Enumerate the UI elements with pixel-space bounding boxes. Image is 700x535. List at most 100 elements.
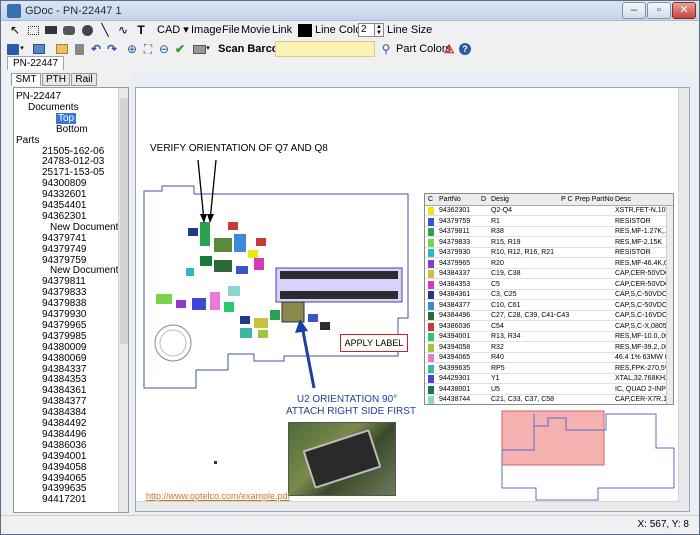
approve-check-icon[interactable]: ✔ bbox=[172, 41, 188, 57]
parts-table-row[interactable]: 94394001R13, R34RES,MF-10.0,.063W, bbox=[425, 332, 673, 342]
parts-table-row[interactable]: 94379833 R15, R19 RES,MF-2.15K bbox=[425, 238, 673, 248]
tree-node-top[interactable]: Top bbox=[56, 112, 77, 124]
warning-icon[interactable]: ⚠ bbox=[441, 41, 457, 57]
tree-item[interactable]: 94379838 bbox=[42, 298, 87, 309]
tree-item[interactable]: 94417201 bbox=[42, 494, 87, 505]
col-pc-header[interactable]: P C bbox=[561, 194, 573, 205]
tree-item[interactable]: 94380009 bbox=[42, 342, 87, 353]
parts-table-row[interactable]: 94386036C54CAP,S,C-X,0805,16V, bbox=[425, 322, 673, 332]
col-desc-header[interactable]: Desc bbox=[615, 194, 631, 205]
undo-icon[interactable]: ↶ bbox=[88, 41, 104, 57]
col-desig-header[interactable]: Desig bbox=[491, 194, 509, 205]
tree-item[interactable]: 21505-162-06 bbox=[42, 146, 104, 157]
canvas-vscroll[interactable] bbox=[678, 88, 689, 511]
tree-scroll-thumb[interactable] bbox=[120, 98, 128, 344]
tab-pn-22447[interactable]: PN-22447 bbox=[7, 56, 65, 70]
link-button[interactable]: Link bbox=[272, 23, 292, 38]
movie-button[interactable]: Movie bbox=[241, 23, 270, 38]
tree-item[interactable]: 94384361 bbox=[42, 385, 87, 396]
tree-item[interactable]: 94384353 bbox=[42, 374, 87, 385]
tree-node-documents[interactable]: Documents bbox=[28, 102, 79, 113]
print-dropdown-icon[interactable]: ▾ bbox=[204, 41, 212, 57]
parts-table-row[interactable]: 94362301Q2-Q4XSTR,FET-N,100V, 2/ bbox=[425, 206, 673, 216]
tree-item[interactable]: 94379930 bbox=[42, 309, 87, 320]
tree-item[interactable]: 94384496 bbox=[42, 429, 87, 440]
select-rect-icon[interactable] bbox=[25, 22, 41, 38]
fit-page-icon[interactable]: ⛶ bbox=[140, 41, 156, 57]
tree-item[interactable]: 94379985 bbox=[42, 331, 87, 342]
parts-table-row[interactable]: 94384496 C27, C28, C39, C41-C43 CAP,S,C-16… bbox=[425, 311, 673, 321]
parts-table[interactable]: C PartNo D Desig P C Prep PartNo Desc 94… bbox=[424, 193, 674, 405]
col-partno-header[interactable]: PartNo bbox=[439, 194, 461, 205]
tree-scrollbar[interactable] bbox=[118, 88, 128, 512]
canvas-hscroll[interactable] bbox=[136, 501, 679, 511]
tree-item[interactable]: 94379741 bbox=[42, 233, 87, 244]
col-c-header[interactable]: C bbox=[428, 194, 433, 205]
rounded-rect-icon[interactable] bbox=[61, 22, 77, 38]
scan-barcode-input[interactable] bbox=[275, 41, 375, 57]
tab-rail[interactable]: Rail bbox=[71, 73, 97, 86]
tree-node-parts[interactable]: Parts bbox=[16, 135, 39, 146]
parts-table-row[interactable]: 94384337C19, C38CAP,CER-50VDC,100 bbox=[425, 269, 673, 279]
text-tool-icon[interactable]: T bbox=[133, 22, 149, 38]
tree-node-root[interactable]: PN-22447 bbox=[16, 91, 61, 102]
tree-item[interactable]: 94379965 bbox=[42, 320, 87, 331]
tree-item[interactable]: 94384384 bbox=[42, 407, 87, 418]
cad-menu[interactable]: CAD ▾ bbox=[157, 23, 189, 38]
curve-icon[interactable]: ∿ bbox=[115, 22, 131, 38]
tree-item[interactable]: 94362301 bbox=[42, 211, 87, 222]
search-icon[interactable]: ⚲ bbox=[378, 41, 394, 57]
folder-icon[interactable] bbox=[54, 41, 70, 57]
tree-item[interactable]: 94394001 bbox=[42, 451, 87, 462]
parts-table-row[interactable]: 94399635RP5RES,FPK-270,5%,1/1 bbox=[425, 364, 673, 374]
parts-table-row[interactable]: 94379811R38RES,MF-1.27K,.063W, bbox=[425, 227, 673, 237]
tree-item[interactable]: 24783-012-03 bbox=[42, 156, 104, 167]
zoom-in-icon[interactable]: ⊕ bbox=[124, 41, 140, 57]
file-button[interactable]: File bbox=[222, 23, 240, 38]
line-color-swatch[interactable] bbox=[298, 24, 312, 37]
pointer-icon[interactable]: ↖ bbox=[7, 22, 23, 38]
tree-item[interactable]: 94394058 bbox=[42, 462, 87, 473]
parts-table-row[interactable]: 94429301 Y1 XTAL,32.768KHZ bbox=[425, 374, 673, 384]
parts-table-row[interactable]: 94438001U5IC, QUAD 2-INPUT AN bbox=[425, 385, 673, 395]
line-size-spinner[interactable]: ▲ ▼ bbox=[375, 23, 384, 37]
chevron-down-icon[interactable]: ▾ bbox=[18, 41, 26, 57]
tree-item[interactable]: 94384337 bbox=[42, 364, 87, 375]
col-d-header[interactable]: D bbox=[481, 194, 486, 205]
tree-item[interactable]: 94332601 bbox=[42, 189, 87, 200]
parts-table-row[interactable]: 94438744C21, C33, C37, C58CAP,CER-X7R,12… bbox=[425, 395, 673, 404]
trash-icon[interactable] bbox=[71, 41, 87, 57]
filled-rect-icon[interactable] bbox=[43, 22, 59, 38]
tree-item[interactable]: 94379759 bbox=[42, 255, 87, 266]
tree-item[interactable]: New Document bbox=[50, 222, 118, 233]
tree-item[interactable]: 94380069 bbox=[42, 353, 87, 364]
line-size-field[interactable]: 2 bbox=[358, 23, 375, 37]
tab-smt[interactable]: SMT bbox=[11, 73, 41, 86]
parts-tree[interactable]: PN-22447 Documents Top Bottom Parts 21505-162… bbox=[13, 87, 129, 513]
tree-node-bottom[interactable]: Bottom bbox=[56, 124, 88, 135]
col-prep-header[interactable]: Prep PartNo bbox=[575, 194, 614, 205]
maximize-button[interactable]: ▫ bbox=[647, 2, 671, 19]
parts-table-row[interactable]: 94379965R20RES,MF-46.4K,0.1W, bbox=[425, 259, 673, 269]
document-link[interactable]: http://www.optelco.com/example.pdf bbox=[146, 491, 290, 501]
tree-item[interactable]: 94399635 bbox=[42, 483, 87, 494]
tree-item[interactable]: New Document bbox=[50, 265, 118, 276]
ellipse-icon[interactable] bbox=[79, 22, 95, 38]
tree-item[interactable]: 94384492 bbox=[42, 418, 87, 429]
tree-item[interactable]: 94394065 bbox=[42, 473, 87, 484]
minimize-button[interactable]: – bbox=[622, 2, 646, 19]
parts-table-row[interactable]: 94384361C3, C25CAP,S,C-50VDC,1000 bbox=[425, 290, 673, 300]
tree-item[interactable]: 94379749 bbox=[42, 244, 87, 255]
parts-table-row[interactable]: 94384377C10, C61CAP,S,C-50VDC,4700 bbox=[425, 301, 673, 311]
image-button[interactable]: Image bbox=[191, 23, 222, 38]
line-icon[interactable]: ╲ bbox=[97, 22, 113, 38]
tree-item[interactable]: 94379811 bbox=[42, 276, 86, 287]
close-button[interactable]: ✕ bbox=[672, 2, 696, 19]
open-image-icon[interactable] bbox=[31, 41, 47, 57]
parts-table-row[interactable]: 94384353C5CAP,CER-50VDC,470 bbox=[425, 280, 673, 290]
parts-table-row[interactable]: 94394065 R40 46.4 1% 63MW 060 bbox=[425, 353, 673, 363]
document-canvas[interactable]: VERIFY ORIENTATION OF Q7 AND Q8 APPLY LA… bbox=[135, 87, 690, 512]
tree-item[interactable]: 94386036 bbox=[42, 440, 87, 451]
tree-item[interactable]: 25171-153-05 bbox=[42, 167, 104, 178]
tree-item[interactable]: 94379833 bbox=[42, 287, 87, 298]
